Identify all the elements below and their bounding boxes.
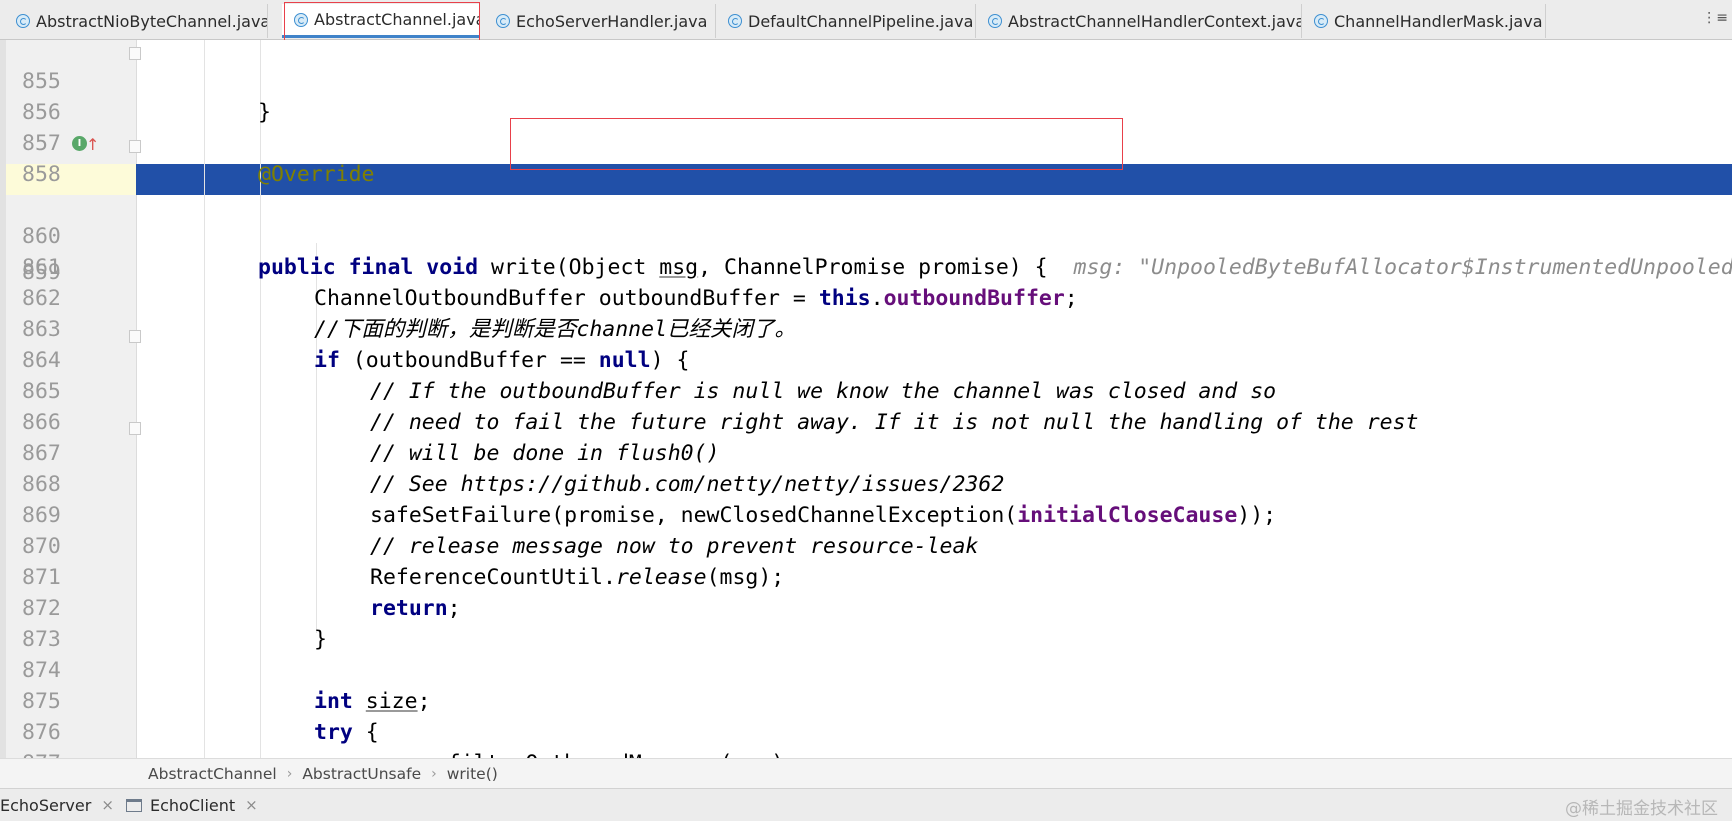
run-tab-label: EchoClient: [150, 795, 236, 815]
tab-list-menu-icon[interactable]: ⋮≡: [1702, 10, 1728, 26]
java-class-icon: [294, 12, 308, 27]
code-line-872[interactable]: 872 }: [0, 562, 1732, 652]
tab-label: AbstractChannel.java: [314, 10, 480, 29]
tab-label: ChannelHandlerMask.java: [1334, 11, 1543, 31]
tab-label: EchoServerHandler.java: [516, 11, 708, 31]
run-tab-echo-server[interactable]: EchoServer ×: [0, 789, 114, 821]
editor-tab-bar: AbstractNioByteChannel.java × AbstractCh…: [0, 0, 1732, 40]
code-line-863[interactable]: 863 if (outboundBuffer == null) {: [0, 283, 1732, 373]
java-class-icon: [728, 14, 742, 28]
line-number: 877: [22, 748, 82, 758]
tab-label: DefaultChannelPipeline.java: [748, 11, 974, 31]
breadcrumb-separator: ›: [286, 765, 293, 782]
code-line-860[interactable]: 860: [0, 190, 1732, 249]
code-line-868[interactable]: 868 safeSetFailure(promise, newClosedCha…: [0, 438, 1732, 528]
code-line-865[interactable]: 865 // need to fail the future right awa…: [0, 345, 1732, 435]
line-number: 858: [22, 162, 61, 187]
tab-abstract-nio-byte-channel[interactable]: AbstractNioByteChannel.java ×: [4, 4, 268, 38]
close-icon[interactable]: ×: [101, 796, 114, 814]
code-line-877[interactable]: 877 size = pipeline.estimatorHandle().si…: [0, 717, 1732, 758]
run-tool-window-tabs: EchoServer × EchoClient ×: [0, 788, 1732, 821]
code-line-862[interactable]: 862 //下面的判断，是判断是否channel已经关闭了。: [0, 252, 1732, 342]
code-line-871[interactable]: 871 return;: [0, 531, 1732, 621]
code-line-867[interactable]: 867 // See https://github.com/netty/nett…: [0, 407, 1732, 497]
close-icon[interactable]: ×: [245, 796, 258, 814]
code-line-870[interactable]: 870 ReferenceCountUtil.release(msg);: [0, 500, 1732, 590]
code-line-874[interactable]: 874 int size;: [0, 624, 1732, 714]
code-line-857[interactable]: 857 @Override: [0, 97, 1732, 187]
code-line-858[interactable]: 858 I ↑ public final void write(Object m…: [0, 128, 1732, 280]
java-class-icon: [988, 14, 1002, 28]
java-class-icon: [496, 14, 510, 28]
code-line-861[interactable]: 861 ChannelOutboundBuffer outboundBuffer…: [0, 221, 1732, 311]
code-line-855[interactable]: 855 }: [0, 40, 1732, 125]
code-line-875[interactable]: 875 try {: [0, 655, 1732, 745]
breadcrumb: AbstractChannel › AbstractUnsafe › write…: [0, 758, 1732, 788]
breadcrumb-separator: ›: [431, 765, 437, 782]
run-tab-echo-client[interactable]: EchoClient ×: [126, 789, 258, 821]
java-class-icon: [1314, 14, 1328, 28]
watermark: @稀土掘金技术社区: [1565, 799, 1718, 819]
implements-method-icon[interactable]: I: [72, 136, 87, 151]
tab-default-channel-pipeline[interactable]: DefaultChannelPipeline.java ×: [716, 4, 976, 38]
override-up-arrow-icon[interactable]: ↑: [86, 129, 99, 160]
code-line-876[interactable]: 876 msg = filterOutboundMessage(msg);: [0, 686, 1732, 758]
code-text: @Override: [258, 162, 375, 187]
run-tab-label: EchoServer: [0, 795, 92, 815]
tab-echo-server-handler[interactable]: EchoServerHandler.java ×: [484, 4, 716, 38]
tab-label: AbstractNioByteChannel.java: [36, 11, 268, 31]
run-config-icon: [126, 798, 142, 812]
code-line-869[interactable]: 869 // release message now to prevent re…: [0, 469, 1732, 559]
tab-channel-handler-mask[interactable]: ChannelHandlerMask.java ×: [1302, 4, 1546, 38]
breadcrumb-item-inner-class[interactable]: AbstractUnsafe: [302, 765, 421, 783]
code-text: msg = filterOutboundMessage(msg);: [370, 748, 797, 758]
tab-abstract-channel[interactable]: AbstractChannel.java ×: [282, 4, 480, 38]
code-line-864[interactable]: 864 // If the outboundBuffer is null we …: [0, 314, 1732, 404]
code-editor[interactable]: 859 assertEventLoop(); 855 } 856 857 @Ov…: [0, 40, 1732, 758]
code-line-866[interactable]: 866 // will be done in flush0(): [0, 376, 1732, 466]
breadcrumb-item-class[interactable]: AbstractChannel: [148, 765, 277, 783]
tab-label: AbstractChannelHandlerContext.java: [1008, 11, 1302, 31]
code-line-873[interactable]: 873: [0, 593, 1732, 652]
tab-abstract-channel-handler-context[interactable]: AbstractChannelHandlerContext.java ×: [976, 4, 1302, 38]
java-class-icon: [16, 14, 30, 28]
breadcrumb-item-method[interactable]: write(): [447, 765, 498, 783]
code-line-856[interactable]: 856: [0, 66, 1732, 125]
